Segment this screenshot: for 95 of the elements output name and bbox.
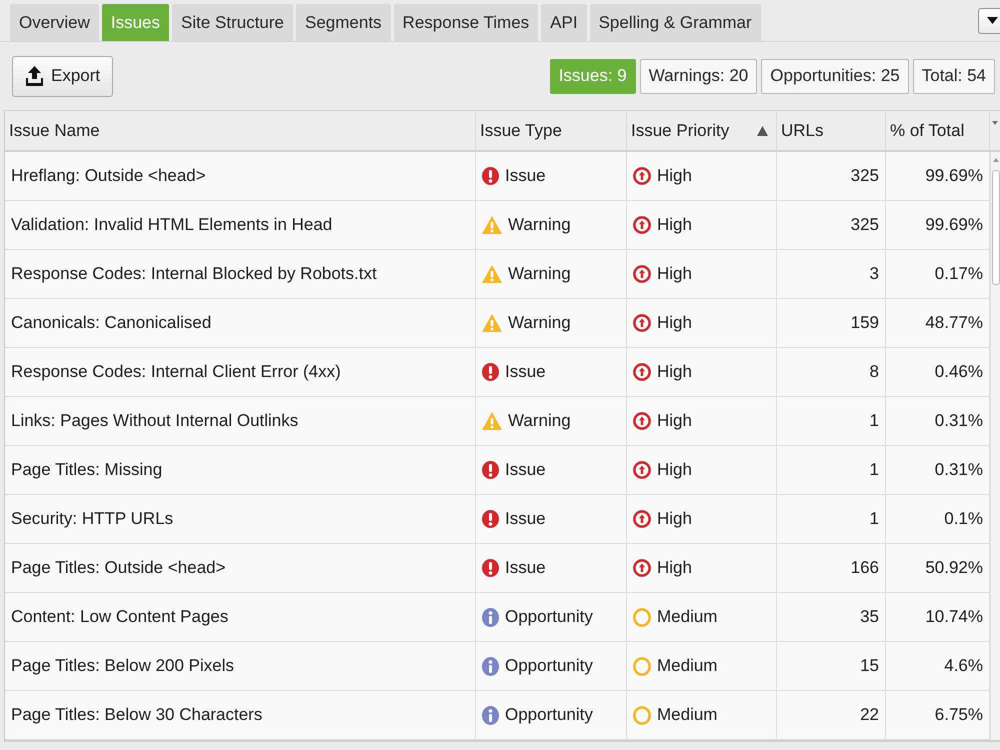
error-icon (482, 167, 499, 185)
error-icon (482, 461, 499, 479)
table-cell: 325 (777, 152, 886, 200)
tabs-menu-button[interactable] (978, 8, 1000, 34)
priority-label: High (657, 558, 692, 578)
table-cell: Security: HTTP URLs (5, 495, 476, 543)
priority-label: Medium (657, 705, 718, 725)
up-arrow-circle-icon (633, 412, 651, 430)
filter-button[interactable]: Opportunities: 25 (761, 58, 909, 94)
column-header[interactable]: % of Total (886, 111, 990, 150)
column-header-label: Issue Priority (631, 120, 730, 140)
error-icon (482, 559, 499, 577)
issue-type-label: Issue (505, 558, 546, 578)
up-arrow-circle-icon (633, 265, 651, 283)
priority-label: Medium (657, 607, 718, 627)
issue-type-label: Issue (505, 166, 546, 186)
column-header[interactable]: URLs (777, 111, 886, 150)
table-cell: 1 (777, 495, 886, 543)
priority-label: High (657, 166, 692, 186)
issue-type-label: Opportunity (505, 607, 593, 627)
table-cell: 159 (777, 299, 886, 347)
up-arrow-circle-icon (633, 314, 651, 332)
priority-label: High (657, 411, 692, 431)
error-icon (482, 363, 499, 381)
tab[interactable]: Overview (10, 4, 99, 41)
table-cell: Page Titles: Below 200 Pixels (5, 642, 476, 690)
table-cell: 3 (777, 250, 886, 298)
issue-type-label: Issue (505, 362, 546, 382)
tab[interactable]: Site Structure (172, 4, 293, 41)
filter-button[interactable]: Warnings: 20 (640, 58, 758, 94)
issue-type-label: Issue (505, 509, 546, 529)
issue-type-label: Warning (508, 215, 571, 235)
error-icon (482, 510, 499, 528)
table-cell: 8 (777, 348, 886, 396)
table-cell: Validation: Invalid HTML Elements in Head (5, 201, 476, 249)
up-arrow-circle-icon (633, 510, 651, 528)
ring-icon (633, 656, 651, 676)
ring-icon (633, 608, 651, 626)
table-cell: 35 (777, 593, 886, 641)
issue-type-label: Warning (508, 264, 571, 284)
column-header[interactable]: Issue Priority (627, 111, 777, 150)
upload-icon (25, 66, 44, 86)
column-header[interactable]: Issue Type (476, 111, 627, 150)
info-icon (482, 706, 499, 724)
table-cell: 1 (777, 446, 886, 494)
table-cell: Content: Low Content Pages (5, 593, 476, 641)
tab[interactable]: Response Times (394, 4, 538, 41)
ring-icon (633, 706, 651, 724)
table-cell: Page Titles: Missing (5, 446, 476, 494)
tab[interactable]: Spelling & Grammar (590, 4, 761, 41)
up-arrow-circle-icon (633, 216, 651, 234)
info-icon (482, 656, 499, 676)
issue-type-label: Warning (508, 411, 571, 431)
up-arrow-circle-icon (633, 363, 651, 381)
issue-type-label: Opportunity (505, 705, 593, 725)
export-button[interactable]: Export (12, 56, 114, 96)
up-arrow-circle-icon (633, 167, 651, 185)
table-cell: Links: Pages Without Internal Outlinks (5, 397, 476, 445)
priority-label: High (657, 313, 692, 333)
up-arrow-circle-icon (633, 559, 651, 577)
table-cell: Page Titles: Outside <head> (5, 544, 476, 592)
scrollbar-thumb[interactable] (992, 170, 1000, 285)
table-cell: 166 (777, 544, 886, 592)
up-arrow-circle-icon (633, 461, 651, 479)
scroll-up-icon[interactable] (992, 158, 998, 162)
table-cell: 22 (777, 691, 886, 739)
priority-label: High (657, 215, 692, 235)
table-cell: Canonicals: Canonicalised (5, 299, 476, 347)
filter-button[interactable]: Total: 54 (912, 58, 995, 94)
caret-down-icon (986, 17, 998, 24)
warning-icon (482, 265, 502, 283)
warning-icon (482, 412, 502, 430)
table-cell: 325 (777, 201, 886, 249)
column-menu-icon[interactable] (992, 121, 998, 125)
scrollbar[interactable] (990, 152, 1000, 740)
table-cell: Response Codes: Internal Blocked by Robots.txt (5, 250, 476, 298)
tab[interactable]: Segments (296, 4, 391, 41)
table-cell: Hreflang: Outside <head> (5, 152, 476, 200)
warning-icon (482, 216, 502, 234)
issue-type-label: Warning (508, 313, 571, 333)
table-cell: Response Codes: Internal Client Error (4xx) (5, 348, 476, 396)
priority-label: High (657, 460, 692, 480)
priority-label: High (657, 264, 692, 284)
table-cell: 1 (777, 397, 886, 445)
priority-label: High (657, 509, 692, 529)
info-icon (482, 608, 499, 626)
issue-type-label: Opportunity (505, 656, 593, 676)
issue-type-label: Issue (505, 460, 546, 480)
tab[interactable]: API (541, 4, 587, 41)
warning-icon (482, 314, 502, 332)
table-cell: Page Titles: Below 30 Characters (5, 691, 476, 739)
priority-label: High (657, 362, 692, 382)
column-header[interactable]: Issue Name (5, 111, 476, 150)
table-cell: 15 (777, 642, 886, 690)
priority-label: Medium (657, 656, 718, 676)
